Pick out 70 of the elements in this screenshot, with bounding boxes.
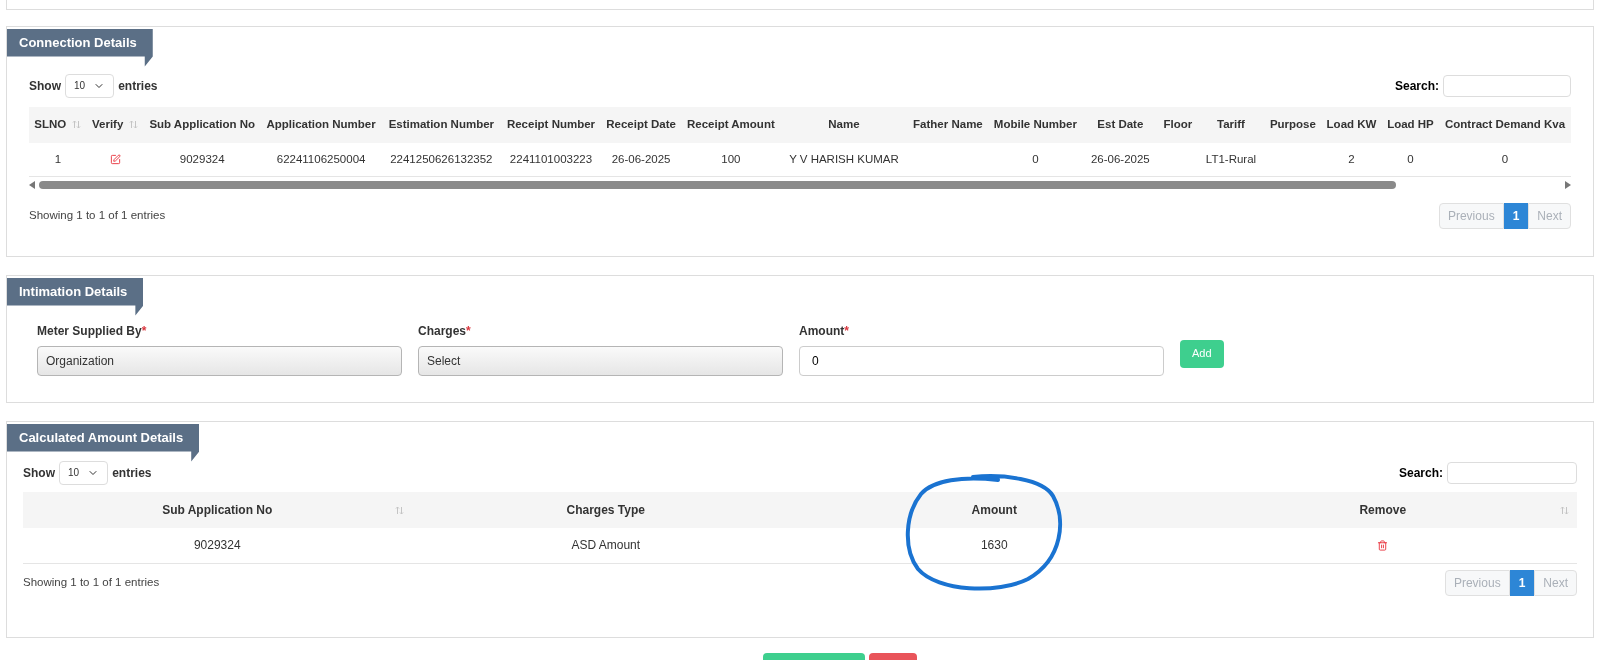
sort-icon bbox=[394, 505, 404, 515]
scroll-right-icon[interactable] bbox=[1565, 181, 1571, 189]
table-cell: 1630 bbox=[800, 527, 1189, 564]
column-header[interactable]: Name bbox=[780, 106, 908, 143]
table-cell: 2241250626132352 bbox=[381, 142, 502, 177]
entries-label: entries bbox=[112, 464, 152, 482]
column-header[interactable]: Sub Application No bbox=[143, 106, 261, 143]
column-header[interactable]: Receipt Amount bbox=[681, 106, 781, 143]
table-cell: 0 bbox=[1439, 142, 1571, 177]
column-header[interactable]: Remove bbox=[1188, 491, 1577, 528]
column-header[interactable]: Amount bbox=[800, 491, 1189, 528]
table-cell: 1 bbox=[29, 142, 87, 177]
table-cell: 0 bbox=[988, 142, 1083, 177]
table-cell: 9029324 bbox=[143, 142, 261, 177]
table-cell: 26-06-2025 bbox=[1082, 142, 1159, 177]
column-header[interactable]: Tariff bbox=[1197, 106, 1265, 143]
entries-select[interactable]: 10 bbox=[65, 73, 115, 98]
column-header[interactable]: Load KW bbox=[1321, 106, 1382, 143]
show-label: Show bbox=[29, 77, 61, 95]
column-header[interactable]: Estimation Number bbox=[381, 106, 502, 143]
entries-select[interactable]: 10 bbox=[59, 460, 109, 485]
table-info: Showing 1 to 1 of 1 entries bbox=[29, 208, 166, 224]
column-header[interactable]: Charges Type bbox=[411, 491, 800, 528]
field-label: Charges* bbox=[418, 322, 472, 340]
table-cell: 2241101003223 bbox=[501, 142, 601, 177]
field-label: Amount* bbox=[799, 322, 850, 340]
column-header[interactable]: Mobile Number bbox=[988, 106, 1083, 143]
section-header: Connection Details bbox=[7, 29, 153, 67]
select-field[interactable]: Organization bbox=[37, 345, 402, 376]
column-header[interactable]: Verify bbox=[86, 106, 144, 143]
table-cell: 100 bbox=[681, 142, 781, 177]
column-header[interactable]: Est Date bbox=[1082, 106, 1159, 143]
search-field[interactable] bbox=[1443, 74, 1571, 97]
column-header[interactable]: Father Name bbox=[907, 106, 989, 143]
column-header[interactable]: Receipt Date bbox=[600, 106, 682, 143]
column-header[interactable]: SLNO bbox=[29, 106, 87, 143]
table-cell: 0 bbox=[1381, 142, 1440, 177]
column-header[interactable]: Contract Demand Kva bbox=[1439, 106, 1571, 143]
show-label: Show bbox=[23, 464, 55, 482]
input-field[interactable]: 0 bbox=[799, 345, 1164, 376]
table-cell: ASD Amount bbox=[411, 527, 800, 564]
select-field[interactable]: Select bbox=[418, 345, 783, 376]
delete-icon[interactable] bbox=[1377, 539, 1389, 551]
table-cell: 9029324 bbox=[23, 527, 412, 564]
search-field[interactable] bbox=[1447, 461, 1577, 484]
table-cell: LT1-Rural bbox=[1197, 142, 1265, 177]
sort-icon bbox=[72, 120, 82, 129]
search-label: Search: bbox=[1394, 77, 1439, 95]
table-cell: 62241106250004 bbox=[260, 142, 382, 177]
pagination-button[interactable]: 1 bbox=[1503, 203, 1529, 229]
column-header[interactable]: Floor bbox=[1158, 106, 1198, 143]
table-cell: Y V HARISH KUMAR bbox=[780, 142, 908, 177]
table-cell: 26-06-2025 bbox=[600, 142, 682, 177]
column-header[interactable]: Application Number bbox=[260, 106, 382, 143]
table-info: Showing 1 to 1 of 1 entries bbox=[23, 575, 160, 591]
section-header: Intimation Details bbox=[7, 278, 144, 316]
column-header[interactable]: Sub Application No bbox=[23, 491, 412, 528]
field-label: Meter Supplied By* bbox=[37, 322, 148, 340]
scroll-left-icon[interactable] bbox=[29, 181, 35, 189]
entries-label: entries bbox=[118, 77, 158, 95]
pagination-button[interactable]: 1 bbox=[1509, 570, 1535, 596]
sort-icon bbox=[129, 120, 139, 129]
edit-icon[interactable] bbox=[109, 153, 121, 165]
table-cell: 2 bbox=[1321, 142, 1382, 177]
search-label: Search: bbox=[1398, 464, 1443, 482]
sort-icon bbox=[1560, 505, 1569, 515]
section-header: Calculated Amount Details bbox=[7, 424, 200, 462]
column-header[interactable]: Load HP bbox=[1381, 106, 1440, 143]
column-header[interactable]: Receipt Number bbox=[501, 106, 601, 143]
column-header[interactable]: Purpose bbox=[1264, 106, 1322, 143]
